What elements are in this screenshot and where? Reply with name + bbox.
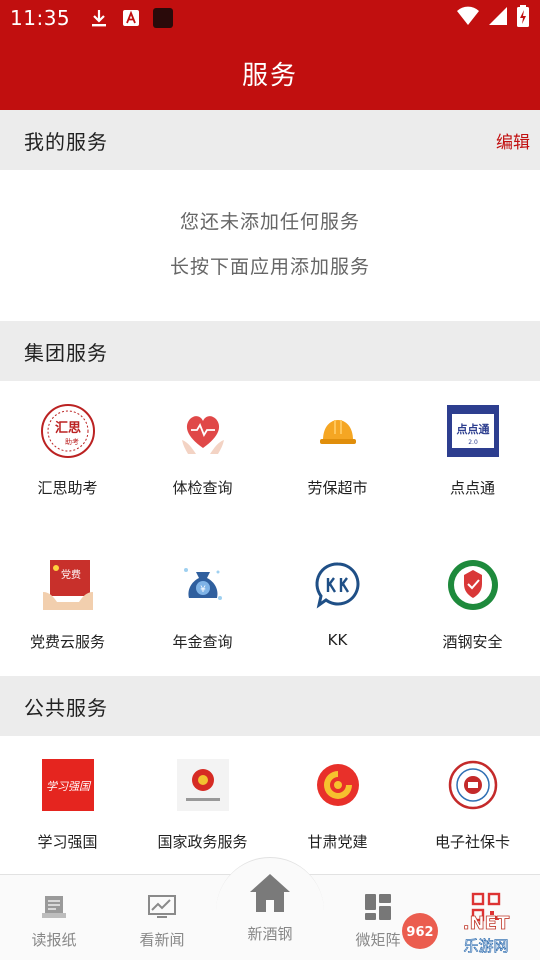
service-label: 国家政务服务 bbox=[157, 833, 248, 851]
service-label: KK bbox=[327, 631, 348, 649]
status-bar: 11:35 bbox=[0, 0, 540, 36]
my-services-header: 我的服务 编辑 bbox=[0, 110, 540, 170]
my-services-title: 我的服务 bbox=[24, 129, 108, 154]
service-tile-jiugang-safety[interactable]: 酒钢安全 bbox=[405, 557, 540, 652]
wifi-icon bbox=[456, 6, 480, 30]
site-watermark-logo: 962 .NET 乐游网 bbox=[402, 913, 510, 955]
service-label: 点点通 bbox=[449, 479, 495, 497]
newspaper-icon bbox=[42, 896, 66, 918]
service-label: 党费云服务 bbox=[29, 633, 105, 651]
status-time: 11:35 bbox=[10, 6, 71, 30]
service-tile-gov-service[interactable]: 国家政务服务 bbox=[135, 757, 270, 852]
service-label: 年金查询 bbox=[172, 633, 233, 651]
service-tile-party-fee[interactable]: 党费 党费云服务 bbox=[0, 557, 135, 652]
nav-item-newspaper[interactable]: 读报纸 bbox=[0, 875, 108, 950]
svg-text:学习强国: 学习强国 bbox=[46, 780, 92, 793]
a-notification-icon bbox=[120, 7, 142, 29]
news-chart-icon bbox=[148, 895, 176, 918]
group-services-grid-row1: 汇思 助考 汇思助考 体检查询 劳保超市 点点通 2.0 点点通 bbox=[0, 403, 540, 498]
battery-icon bbox=[516, 5, 530, 31]
nav-item-home[interactable]: 新酒钢 bbox=[216, 857, 324, 960]
group-services-title: 集团服务 bbox=[24, 340, 108, 365]
svg-text:乐游网: 乐游网 bbox=[463, 937, 508, 955]
empty-line-1: 您还未添加任何服务 bbox=[179, 211, 360, 233]
service-label: 电子社保卡 bbox=[434, 833, 510, 851]
service-label: 汇思助考 bbox=[37, 479, 98, 497]
group-services-grid-row2: 党费 党费云服务 ¥ 年金查询 KK 酒钢安全 bbox=[0, 557, 540, 652]
empty-line-2: 长按下面应用添加服务 bbox=[169, 256, 370, 278]
matrix-icon bbox=[365, 894, 391, 920]
money-bag-icon: ¥ bbox=[175, 557, 231, 613]
nav-label: 读报纸 bbox=[31, 931, 77, 949]
heart-hands-icon bbox=[175, 403, 231, 459]
service-label: 学习强国 bbox=[37, 833, 98, 851]
public-services-title: 公共服务 bbox=[24, 695, 108, 720]
nav-label: 微矩阵 bbox=[355, 931, 401, 949]
xuexi-qiangguo-icon: 学习强国 bbox=[40, 757, 96, 813]
huisi-logo-icon: 汇思 助考 bbox=[40, 403, 96, 459]
svg-text:点点通: 点点通 bbox=[456, 422, 489, 436]
svg-text:汇思: 汇思 bbox=[54, 421, 80, 436]
social-security-icon bbox=[445, 757, 501, 813]
party-fee-icon: 党费 bbox=[40, 557, 96, 613]
svg-text:党费: 党费 bbox=[61, 568, 81, 581]
public-services-grid: 学习强国 学习强国 国家政务服务 甘肃党建 电子社保卡 bbox=[0, 757, 540, 852]
dian-dian-tong-icon: 点点通 2.0 bbox=[445, 403, 501, 459]
kk-logo-icon bbox=[310, 557, 366, 613]
service-tile-social-security[interactable]: 电子社保卡 bbox=[405, 757, 540, 852]
svg-text:助考: 助考 bbox=[65, 437, 79, 446]
service-tile-labor-market[interactable]: 劳保超市 bbox=[270, 403, 405, 498]
svg-text:¥: ¥ bbox=[200, 585, 206, 595]
service-label: 酒钢安全 bbox=[442, 633, 503, 651]
group-services-header: 集团服务 bbox=[0, 321, 540, 381]
service-tile-huisi[interactable]: 汇思 助考 汇思助考 bbox=[0, 403, 135, 498]
service-label: 甘肃党建 bbox=[307, 833, 368, 851]
service-tile-xuexi[interactable]: 学习强国 学习强国 bbox=[0, 757, 135, 852]
national-emblem-icon bbox=[175, 757, 231, 813]
service-tile-annuity[interactable]: ¥ 年金查询 bbox=[135, 557, 270, 652]
edit-button[interactable]: 编辑 bbox=[496, 128, 530, 153]
nav-label: 新酒钢 bbox=[247, 925, 293, 943]
signal-icon bbox=[488, 6, 508, 30]
home-icon bbox=[250, 874, 290, 912]
page-title: 服务 bbox=[241, 60, 298, 91]
service-tile-checkup[interactable]: 体检查询 bbox=[135, 403, 270, 498]
service-tile-dian-dian-tong[interactable]: 点点通 2.0 点点通 bbox=[405, 403, 540, 498]
svg-text:.NET: .NET bbox=[463, 913, 510, 934]
gansu-party-icon bbox=[310, 757, 366, 813]
app-notification-icon bbox=[152, 7, 174, 29]
svg-text:2.0: 2.0 bbox=[468, 439, 478, 446]
service-tile-kk[interactable]: KK bbox=[270, 557, 405, 652]
empty-services-message: 您还未添加任何服务 长按下面应用添加服务 bbox=[0, 200, 540, 290]
service-label: 劳保超市 bbox=[307, 479, 368, 497]
service-label: 体检查询 bbox=[172, 479, 233, 497]
hard-hat-icon bbox=[310, 403, 366, 459]
app-bar: 服务 bbox=[0, 36, 540, 110]
safety-emblem-icon bbox=[445, 557, 501, 613]
service-tile-gansu-party[interactable]: 甘肃党建 bbox=[270, 757, 405, 852]
svg-text:962: 962 bbox=[406, 925, 433, 940]
nav-label: 看新闻 bbox=[139, 931, 185, 949]
download-icon bbox=[88, 7, 110, 29]
nav-item-news[interactable]: 看新闻 bbox=[108, 875, 216, 950]
public-services-header: 公共服务 bbox=[0, 676, 540, 736]
